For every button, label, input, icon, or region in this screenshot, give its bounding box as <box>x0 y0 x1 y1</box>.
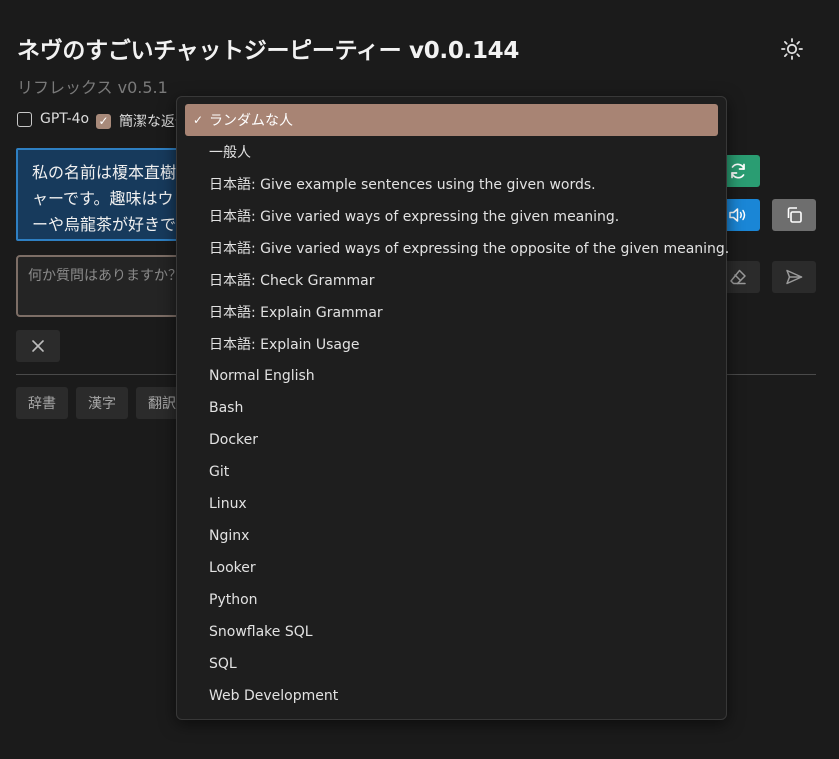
menu-item-normal-english[interactable]: Normal English <box>185 360 718 392</box>
menu-item-python[interactable]: Python <box>185 584 718 616</box>
close-button[interactable] <box>16 330 60 362</box>
send-icon <box>786 269 803 285</box>
persona-dropdown-menu: ✓ ランダムな人 一般人 日本語: Give example sentences … <box>176 96 729 720</box>
message-line: ーや烏龍茶が好きで <box>32 215 177 234</box>
menu-item-nginx[interactable]: Nginx <box>185 520 718 552</box>
menu-item-check-grammar[interactable]: 日本語: Check Grammar <box>185 264 718 296</box>
menu-item-docker[interactable]: Docker <box>185 424 718 456</box>
gpt4o-label: GPT-4o <box>40 111 90 127</box>
menu-item-linux[interactable]: Linux <box>185 488 718 520</box>
close-icon <box>32 340 44 352</box>
menu-item-git[interactable]: Git <box>185 456 718 488</box>
speaker-icon <box>729 208 746 222</box>
refresh-icon <box>731 163 745 179</box>
page-title: ネヴのすごいチャットジーピーティー v0.0.144 <box>17 38 520 64</box>
copy-icon <box>787 207 802 223</box>
theme-toggle-button[interactable] <box>776 33 808 65</box>
menu-item-explain-usage[interactable]: 日本語: Explain Usage <box>185 328 718 360</box>
menu-item-general-person[interactable]: 一般人 <box>185 136 718 168</box>
message-line: 私の名前は榎本直樹 <box>32 163 177 182</box>
checkmark-icon: ✓ <box>98 114 109 128</box>
sun-icon <box>781 38 803 60</box>
tag-kanji-button[interactable]: 漢字 <box>76 387 128 419</box>
menu-item-looker[interactable]: Looker <box>185 552 718 584</box>
menu-item-opposite-expressions[interactable]: 日本語: Give varied ways of expressing the … <box>185 232 729 264</box>
tag-dictionary-button[interactable]: 辞書 <box>16 387 68 419</box>
menu-item-sql[interactable]: SQL <box>185 648 718 680</box>
gpt4o-checkbox[interactable] <box>17 111 32 127</box>
concise-checkbox[interactable]: ✓ <box>96 113 111 129</box>
menu-item-explain-grammar[interactable]: 日本語: Explain Grammar <box>185 296 718 328</box>
menu-item-varied-expressions[interactable]: 日本語: Give varied ways of expressing the … <box>185 200 718 232</box>
checkmark-icon: ✓ <box>193 113 204 127</box>
menu-item-bash[interactable]: Bash <box>185 392 718 424</box>
menu-item-random-person[interactable]: ✓ ランダムな人 <box>185 104 718 136</box>
eraser-icon <box>730 269 746 285</box>
menu-item-web-development[interactable]: Web Development <box>185 680 718 712</box>
version-subtitle: リフレックス v0.5.1 <box>17 78 168 97</box>
send-button[interactable] <box>772 261 816 293</box>
menu-item-example-sentences[interactable]: 日本語: Give example sentences using the gi… <box>185 168 718 200</box>
menu-item-snowflake-sql[interactable]: Snowflake SQL <box>185 616 718 648</box>
copy-button[interactable] <box>772 199 816 231</box>
gpt4o-option[interactable]: GPT-4o <box>17 111 89 127</box>
message-line: ャーです。趣味はウ <box>32 189 174 208</box>
